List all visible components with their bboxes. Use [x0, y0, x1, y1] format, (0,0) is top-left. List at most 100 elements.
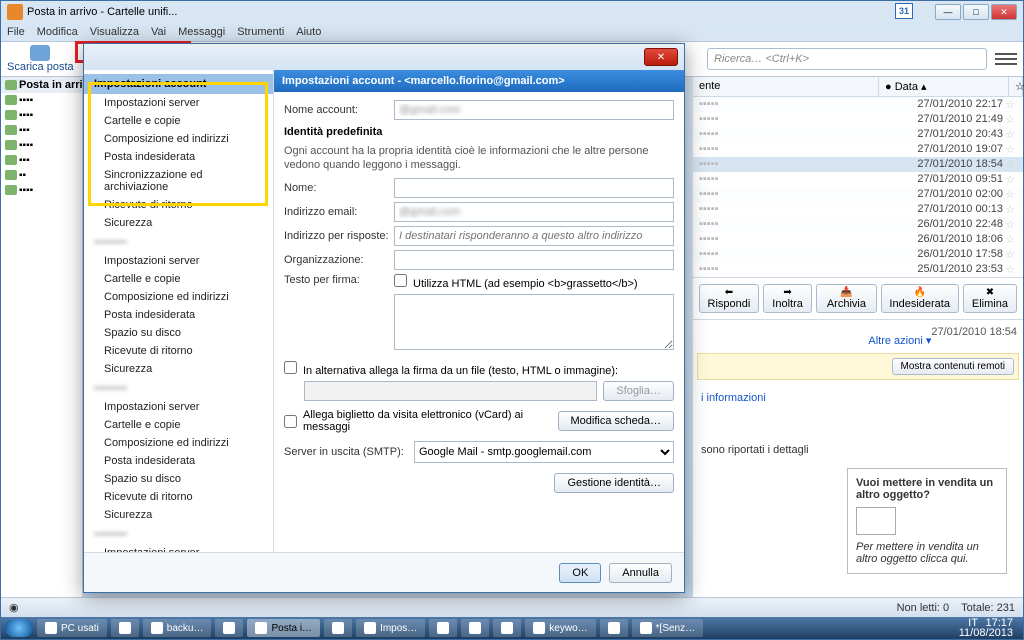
tree-item[interactable]: Impostazioni server: [84, 398, 273, 416]
message-row[interactable]: ▪▪▪▪▪27/01/2010 21:49☆: [693, 112, 1023, 127]
attach-sig-checkbox[interactable]: [284, 361, 297, 374]
archivia-button[interactable]: 📥 Archivia: [816, 284, 876, 313]
menu-strumenti[interactable]: Strumenti: [237, 26, 284, 38]
signature-textarea[interactable]: [394, 294, 674, 350]
message-row[interactable]: ▪▪▪▪▪26/01/2010 17:58☆: [693, 247, 1023, 262]
taskbar-item[interactable]: keywo…: [525, 619, 595, 637]
start-button[interactable]: [5, 619, 33, 637]
html-sig-checkbox[interactable]: [394, 274, 407, 287]
tree-item[interactable]: Sicurezza: [84, 214, 273, 232]
folder-tree[interactable]: Posta in arrivo ▪▪▪▪ ▪▪▪▪ ▪▪▪ ▪▪▪▪ ▪▪▪ ▪…: [1, 77, 83, 597]
nome-input[interactable]: [394, 178, 674, 198]
taskbar-item[interactable]: [111, 619, 139, 637]
close-button[interactable]: ✕: [991, 4, 1017, 20]
tree-item[interactable]: Cartelle e copie: [84, 416, 273, 434]
tree-item[interactable]: Ricevute di ritorno: [84, 342, 273, 360]
replyto-input[interactable]: [394, 226, 674, 246]
calendar-badge[interactable]: 31: [895, 3, 913, 19]
message-date: 27/01/2010 18:54: [931, 326, 1017, 338]
org-input[interactable]: [394, 250, 674, 270]
indesiderata-button[interactable]: 🔥 Indesiderata: [881, 284, 959, 313]
taskbar-item[interactable]: [493, 619, 521, 637]
menu-aiuto[interactable]: Aiuto: [296, 26, 321, 38]
tree-item[interactable]: Impostazioni server: [84, 544, 273, 552]
system-tray[interactable]: IT 17:1711/08/2013: [953, 618, 1019, 638]
tree-item[interactable]: Composizione ed indirizzi: [84, 434, 273, 452]
tree-item[interactable]: Posta indesiderata: [84, 452, 273, 470]
email-input[interactable]: [394, 202, 674, 222]
menu-visualizza[interactable]: Visualizza: [90, 26, 139, 38]
download-mail-button[interactable]: Scarica posta: [7, 45, 74, 73]
taskbar-item[interactable]: *[Senz…: [632, 619, 703, 637]
message-row[interactable]: ▪▪▪▪▪27/01/2010 20:43☆: [693, 127, 1023, 142]
mostra-contenuti-remoti-button[interactable]: Mostra contenuti remoti: [892, 358, 1015, 375]
download-icon: [30, 45, 50, 61]
gestione-identita-button[interactable]: Gestione identità…: [554, 473, 674, 493]
message-row[interactable]: ▪▪▪▪▪27/01/2010 02:00☆: [693, 187, 1023, 202]
app-icon: [7, 4, 23, 20]
sig-file-input[interactable]: [304, 381, 597, 401]
search-input[interactable]: Ricerca… <Ctrl+K>: [707, 48, 987, 70]
tree-item[interactable]: Spazio su disco: [84, 324, 273, 342]
menu-messaggi[interactable]: Messaggi: [178, 26, 225, 38]
tree-item[interactable]: Sincronizzazione ed archiviazione: [84, 166, 273, 196]
tree-item[interactable]: Cartelle e copie: [84, 112, 273, 130]
minimize-button[interactable]: —: [935, 4, 961, 20]
account-tree[interactable]: Impostazioni account Impostazioni server…: [84, 70, 274, 552]
menu-file[interactable]: File: [7, 26, 25, 38]
taskbar-item[interactable]: backu…: [143, 619, 212, 637]
modifica-scheda-button[interactable]: Modifica scheda…: [558, 411, 675, 431]
tree-item[interactable]: Sicurezza: [84, 360, 273, 378]
menu-vai[interactable]: Vai: [151, 26, 166, 38]
annulla-button[interactable]: Annulla: [609, 563, 672, 583]
message-row[interactable]: ▪▪▪▪▪27/01/2010 19:07☆: [693, 142, 1023, 157]
message-row[interactable]: ▪▪▪▪▪25/01/2010 23:53☆: [693, 262, 1023, 277]
message-row[interactable]: ▪▪▪▪▪26/01/2010 18:06☆: [693, 232, 1023, 247]
window-titlebar: Posta in arrivo - Cartelle unifi... 31 —…: [1, 1, 1023, 23]
inoltra-button[interactable]: ➡ Inoltra: [763, 284, 812, 313]
tree-item[interactable]: Posta indesiderata: [84, 306, 273, 324]
identita-note: Ogni account ha la propria identità cioè…: [284, 144, 674, 172]
col-sender[interactable]: ente: [693, 77, 879, 96]
tree-item[interactable]: Spazio su disco: [84, 470, 273, 488]
rispondi-button[interactable]: ⬅ Rispondi: [699, 284, 759, 313]
tree-item[interactable]: Ricevute di ritorno: [84, 196, 273, 214]
altre-azioni-link[interactable]: Altre azioni ▾: [868, 335, 931, 347]
dialog-close-button[interactable]: ✕: [644, 48, 678, 66]
tree-item[interactable]: Cartelle e copie: [84, 270, 273, 288]
col-star-icon[interactable]: ☆: [1009, 77, 1023, 96]
taskbar-item[interactable]: PC usati: [37, 619, 107, 637]
elimina-button[interactable]: ✖ Elimina: [963, 284, 1017, 313]
vcard-checkbox[interactable]: [284, 415, 297, 428]
tree-item[interactable]: Ricevute di ritorno: [84, 488, 273, 506]
menu-icon[interactable]: [995, 48, 1017, 70]
menu-modifica[interactable]: Modifica: [37, 26, 78, 38]
taskbar-item[interactable]: Posta i…: [247, 619, 320, 637]
message-rows[interactable]: ▪▪▪▪▪27/01/2010 22:17☆▪▪▪▪▪27/01/2010 21…: [693, 97, 1023, 277]
taskbar-item[interactable]: [324, 619, 352, 637]
col-date[interactable]: ● Data ▴: [879, 77, 1009, 96]
taskbar-item[interactable]: [600, 619, 628, 637]
tree-item[interactable]: Impostazioni server: [84, 252, 273, 270]
info-link[interactable]: i informazioni: [701, 392, 766, 404]
taskbar-item[interactable]: [215, 619, 243, 637]
message-row[interactable]: ▪▪▪▪▪27/01/2010 00:13☆: [693, 202, 1023, 217]
maximize-button[interactable]: □: [963, 4, 989, 20]
nome-account-input[interactable]: [394, 100, 674, 120]
tree-item[interactable]: Composizione ed indirizzi: [84, 288, 273, 306]
taskbar-item[interactable]: [461, 619, 489, 637]
tree-item[interactable]: Composizione ed indirizzi: [84, 130, 273, 148]
message-row[interactable]: ▪▪▪▪▪27/01/2010 09:51☆: [693, 172, 1023, 187]
message-row[interactable]: ▪▪▪▪▪26/01/2010 22:48☆: [693, 217, 1023, 232]
taskbar-item[interactable]: Impos…: [356, 619, 425, 637]
online-icon: ◉: [9, 601, 19, 614]
ok-button[interactable]: OK: [559, 563, 601, 583]
tree-node-impostazioni-account[interactable]: Impostazioni account: [84, 74, 273, 94]
smtp-select[interactable]: Google Mail - smtp.googlemail.com: [414, 441, 674, 463]
tree-item[interactable]: Impostazioni server: [84, 94, 273, 112]
message-row[interactable]: ▪▪▪▪▪27/01/2010 22:17☆: [693, 97, 1023, 112]
taskbar-item[interactable]: [429, 619, 457, 637]
tree-item[interactable]: Posta indesiderata: [84, 148, 273, 166]
message-row[interactable]: ▪▪▪▪▪27/01/2010 18:54☆: [693, 157, 1023, 172]
tree-item[interactable]: Sicurezza: [84, 506, 273, 524]
